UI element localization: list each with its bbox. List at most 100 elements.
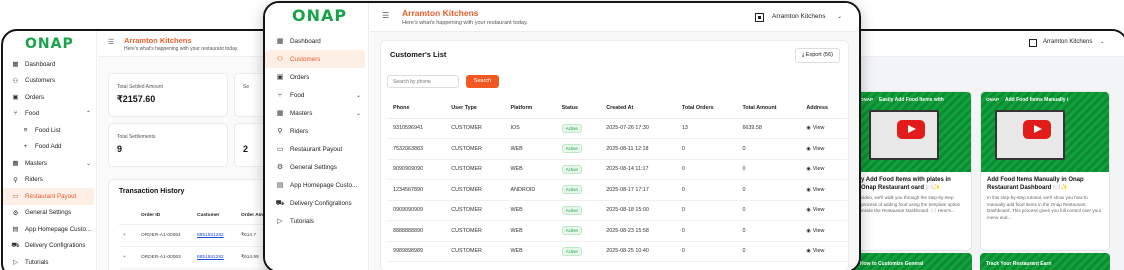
nav-label: Food Add xyxy=(35,143,62,151)
left-nav-food-add[interactable]: + Food Add xyxy=(3,139,97,156)
customer-link[interactable]: 8851581282 xyxy=(197,255,224,260)
export-button[interactable]: ⤓ Export (56) xyxy=(794,48,840,63)
user-type-cell: CUSTOMER xyxy=(445,118,505,139)
user-type-cell: CUSTOMER xyxy=(445,220,505,242)
view-address-button[interactable]: ◉ View xyxy=(800,220,847,242)
layout-icon: ▤ xyxy=(12,226,19,234)
nav-label: Riders xyxy=(25,176,43,184)
nav-dashboard[interactable]: ▦ Dashboard xyxy=(265,32,369,50)
status-cell: Active xyxy=(555,241,601,262)
nav-masters[interactable]: ▦ Masters ⌄ xyxy=(265,104,369,122)
view-address-button[interactable]: ◉ View xyxy=(800,200,847,221)
eye-icon: ◉ xyxy=(806,227,811,234)
left-nav-customers[interactable]: ⚇ Customers xyxy=(3,73,97,90)
menu-toggle-icon[interactable]: ☰ xyxy=(382,11,389,20)
left-nav-general-settings[interactable]: ⚙ General Settings xyxy=(3,205,97,222)
search-phone-input[interactable] xyxy=(387,75,459,88)
chevron-down-icon[interactable]: ⌄ xyxy=(837,13,842,20)
screenshot-stage: ONAP ▦ Dashboard ⚇ Customers ▣ Orders ⑂ Food… xyxy=(0,0,1124,270)
left-nav-riders[interactable]: ⚲ Riders xyxy=(3,172,97,189)
qr-code-icon[interactable] xyxy=(1029,39,1037,47)
view-address-button[interactable]: ◉ View xyxy=(800,159,847,180)
youtube-play-icon[interactable] xyxy=(1023,120,1051,139)
view-address-button[interactable]: ◉ View xyxy=(800,241,847,262)
customer-cell: 8851581282 xyxy=(193,224,237,247)
video-thumbnail[interactable]: ONAP Add Food Items Manually i xyxy=(981,92,1109,172)
play-icon: ▷ xyxy=(13,259,18,267)
column-header: Customer xyxy=(193,208,237,225)
left-nav-tutorials[interactable]: ▷ Tutorials xyxy=(3,254,97,270)
platform-cell: WEB xyxy=(504,220,556,242)
search-button[interactable]: Search xyxy=(466,75,499,88)
left-nav-app-homepage[interactable]: ▤ App Homepage Custo... xyxy=(3,221,97,238)
nav-delivery-configrations[interactable]: ⛟ Delivery Configrations xyxy=(265,194,369,212)
view-address-button[interactable]: ◉ View xyxy=(800,179,847,201)
header-subtitle: Here's what's happening with your restau… xyxy=(124,46,239,52)
tutorial-thumbnail-bottom[interactable]: Track Your Restaurant Earn xyxy=(980,253,1110,270)
export-label: Export (56) xyxy=(805,52,833,58)
nav-tutorials[interactable]: ▷ Tutorials xyxy=(265,212,369,230)
status-badge: Active xyxy=(561,164,582,174)
left-nav-orders[interactable]: ▣ Orders xyxy=(3,89,97,106)
stat-value: 2 xyxy=(243,144,249,154)
chevron-down-icon[interactable]: ⌄ xyxy=(1100,39,1105,45)
table-row: 8888888890 CUSTOMER WEB Active 2025-08-2… xyxy=(387,220,847,242)
customers-table: Phone User Type Platform Status Created … xyxy=(387,98,847,262)
grid-icon: ▦ xyxy=(276,38,284,45)
total-orders-cell: 0 xyxy=(675,179,737,201)
truck-icon: ⛟ xyxy=(275,199,285,207)
status-cell: Active xyxy=(555,200,601,221)
tutorial-card[interactable]: ONAP Add Food Items Manually i Add Food … xyxy=(980,91,1110,251)
total-orders-cell: 0 xyxy=(675,159,737,180)
nav-orders[interactable]: ▣ Orders xyxy=(265,68,369,86)
nav-riders[interactable]: ⚲ Riders xyxy=(265,122,369,140)
phone-cell: 1234567890 xyxy=(387,179,446,201)
video-thumbnail[interactable]: ONAP Easily Add Food Items with xyxy=(855,92,971,172)
customer-link[interactable]: 8851581282 xyxy=(197,233,224,238)
nav-app-homepage[interactable]: ▤ App Homepage Custo... xyxy=(265,176,369,194)
table-row: 0909090909 CUSTOMER WEB Active 2025-08-1… xyxy=(387,200,847,221)
nav-general-settings[interactable]: ⚙ General Settings xyxy=(265,158,369,176)
qr-code-icon[interactable] xyxy=(755,13,764,22)
nav-label: Masters xyxy=(290,109,313,117)
left-nav-masters[interactable]: ▦ Masters ⌄ xyxy=(3,155,97,172)
expand-row-button[interactable]: + xyxy=(119,224,137,247)
user-type-cell: CUSTOMER xyxy=(445,200,505,221)
left-nav-delivery[interactable]: ⛟ Delivery Configrations xyxy=(3,238,97,255)
view-address-button[interactable]: ◉ View xyxy=(800,138,847,160)
brand-logo[interactable]: ONAP xyxy=(292,6,347,25)
play-icon: ▷ xyxy=(277,218,283,225)
youtube-play-icon[interactable] xyxy=(897,120,925,139)
brand-logo[interactable]: ONAP xyxy=(25,36,74,52)
tutorial-card[interactable]: ONAP Easily Add Food Items with y Add Fo… xyxy=(854,91,972,251)
stat-card-total-settled: Total Settled Amount ₹2157.60 xyxy=(108,73,228,117)
total-amount-cell: 0 xyxy=(736,138,801,160)
column-header-address: Address xyxy=(800,98,847,119)
box-icon: ▣ xyxy=(276,74,284,81)
left-nav-restaurant-payout[interactable]: ▭ Restaurant Payout xyxy=(3,188,94,205)
restaurant-selector[interactable]: Arramton Kitchens xyxy=(1043,39,1092,45)
left-nav-food-list[interactable]: ≡ Food List xyxy=(3,122,97,139)
left-nav-dashboard[interactable]: ▦ Dashboard xyxy=(3,56,97,73)
nav-label: Delivery Configrations xyxy=(25,242,86,250)
nav-label: Delivery Configrations xyxy=(290,199,352,207)
tutorial-thumbnail-bottom[interactable]: How to Customize General xyxy=(854,253,972,270)
menu-toggle-icon[interactable]: ☰ xyxy=(108,38,114,46)
nav-label: Customers xyxy=(290,55,321,63)
nav-customers[interactable]: ⚇ Customers xyxy=(265,50,365,68)
status-badge: Active xyxy=(561,144,582,154)
created-at-cell: 2025-08-14 11:17 xyxy=(600,159,676,180)
nav-restaurant-payout[interactable]: ▭ Restaurant Payout xyxy=(265,140,369,158)
eye-icon: ◉ xyxy=(806,207,811,214)
view-label: View xyxy=(812,125,825,132)
left-nav-food[interactable]: ⑂ Food ⌃ xyxy=(3,106,97,123)
box-icon: ▣ xyxy=(12,94,19,102)
restaurant-selector[interactable]: Arramton Kitchens xyxy=(772,13,825,20)
expand-row-button[interactable]: + xyxy=(119,246,137,269)
card-icon: ▭ xyxy=(276,146,284,153)
view-address-button[interactable]: ◉ View xyxy=(800,118,847,139)
tutorial-description: video, we'll walk you through the step-b… xyxy=(861,195,961,213)
card-icon: ▭ xyxy=(12,193,19,201)
nav-food[interactable]: ⑂ Food ⌄ xyxy=(265,86,369,104)
platform-cell: WEB xyxy=(504,159,556,180)
